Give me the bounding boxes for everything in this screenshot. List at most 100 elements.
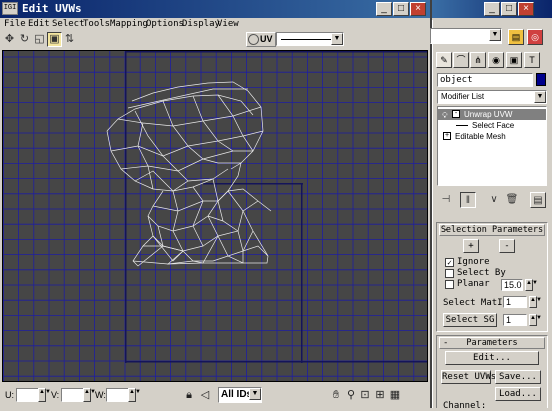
reset-uvws-button[interactable]: Reset UVWs <box>441 370 496 384</box>
window-title: Edit UVWs <box>22 2 82 15</box>
title-bar[interactable]: IGI Edit UVWs _ □ × <box>0 0 430 18</box>
zoom-region-icon[interactable]: ⊡ <box>359 389 371 402</box>
configure-sets-icon[interactable]: ▤ <box>530 192 546 208</box>
modifier-list-label: Modifier List <box>441 92 485 101</box>
object-name-field[interactable]: object <box>437 73 533 87</box>
motion-tab-icon[interactable]: ◉ <box>488 52 504 68</box>
sg-spinner[interactable]: ▲▼ <box>529 314 542 326</box>
menu-bar: File Edit Select Tools Mapping Options D… <box>0 18 430 31</box>
menu-file[interactable]: File <box>4 18 26 31</box>
menu-select[interactable]: Select <box>52 18 85 31</box>
stack-item-label: Editable Mesh <box>455 132 506 141</box>
planar-angle-field[interactable]: 15.0 <box>501 279 523 291</box>
modifier-list-dropdown[interactable]: Modifier List ▼ <box>437 90 547 104</box>
ids-value: All IDs <box>221 389 253 400</box>
modifier-stack: 💡︎ - Unwrap UVW Select Face + Editable M… <box>437 106 547 186</box>
object-color-swatch[interactable] <box>536 73 546 86</box>
minimize-button[interactable]: _ <box>376 2 392 16</box>
menu-edit[interactable]: Edit <box>28 18 50 31</box>
menu-tools[interactable]: Tools <box>83 18 110 31</box>
display-tab-icon[interactable]: ▣ <box>506 52 522 68</box>
remove-modifier-icon[interactable]: 🗑︎ <box>504 192 520 208</box>
rollout-collapse-icon: - <box>443 338 449 348</box>
mesh-edge <box>137 235 244 267</box>
show-end-result-icon[interactable]: ‖ <box>460 192 476 208</box>
ignore-label: Ignore <box>457 257 490 267</box>
move-icon[interactable]: ✥ <box>2 32 17 47</box>
shrink-selection-button[interactable]: - <box>499 239 515 253</box>
utilities-tab-icon[interactable]: T <box>524 52 540 68</box>
menu-mapping[interactable]: Mapping <box>110 18 148 31</box>
ignore-checkbox[interactable]: ✓ <box>445 258 454 267</box>
uv-viewport[interactable] <box>2 50 428 382</box>
u-label: U: <box>5 390 14 400</box>
uv-edge-top <box>125 51 427 53</box>
hierarchy-tab-icon[interactable]: ⋔ <box>470 52 486 68</box>
planar-checkbox[interactable] <box>445 280 454 289</box>
app-icon: IGI <box>2 2 18 15</box>
maximize-button[interactable]: □ <box>393 2 409 16</box>
rollout-title[interactable]: - Selection Parameters <box>439 224 545 236</box>
load-button[interactable]: Load... <box>495 387 541 401</box>
status-bar: U: ▲▼ V: ▲▼ W: ▲▼ 🔒︎ ◁ ✋︎ ⚲ ⊡ ⊞ ▦ <box>0 384 430 408</box>
region-edge-top <box>203 183 303 185</box>
w-spinner[interactable]: ▲▼ <box>128 388 141 402</box>
mesh-edge <box>147 188 272 232</box>
parameters-rollout: - Parameters Edit... Reset UVWs Save... … <box>436 335 548 411</box>
uv-canvas[interactable] <box>3 51 428 382</box>
u-spinner[interactable]: ▲▼ <box>38 388 51 402</box>
render-icon[interactable]: ◎ <box>527 29 543 45</box>
select-by-checkbox[interactable] <box>445 269 454 278</box>
create-tab-icon[interactable]: ✎ <box>436 52 452 68</box>
main-maximize-button[interactable]: □ <box>501 2 517 16</box>
select-sg-button[interactable]: Select SG <box>443 313 497 327</box>
freeform-icon[interactable]: ▣ <box>47 32 62 47</box>
dropdown-value-line <box>281 39 331 40</box>
planar-angle-spinner[interactable]: ▲▼ <box>525 279 538 291</box>
uv-grid <box>3 51 427 381</box>
stack-tools: ⊣ ‖ ∨ 🗑︎ ▤ <box>436 192 548 210</box>
scale-icon[interactable]: ◱ <box>32 32 47 47</box>
menu-display[interactable]: Display <box>182 18 220 31</box>
planar-label: Planar <box>457 279 490 289</box>
menu-view[interactable]: View <box>217 18 239 31</box>
zoom-icon[interactable]: ⚲ <box>345 389 357 402</box>
make-unique-icon[interactable]: ∨ <box>486 192 502 208</box>
main-close-button[interactable]: × <box>518 2 534 16</box>
texture-dropdown[interactable]: ▼ <box>276 32 344 46</box>
v-spinner[interactable]: ▲▼ <box>83 388 96 402</box>
rotate-icon[interactable]: ↻ <box>17 32 32 47</box>
v-label: V: <box>51 390 60 400</box>
modify-tab-icon[interactable]: ⌒ <box>453 52 469 68</box>
rollout-collapse-icon: - <box>443 225 449 235</box>
grow-selection-button[interactable]: + <box>463 239 479 253</box>
menu-options[interactable]: Options <box>146 18 184 31</box>
grid-snap-icon[interactable]: ▦ <box>389 389 401 402</box>
stack-item-select-face[interactable]: Select Face <box>438 120 546 131</box>
stack-item-unwrap-uvw[interactable]: 💡︎ - Unwrap UVW <box>438 109 546 120</box>
close-button[interactable]: × <box>410 2 426 16</box>
matid-spinner[interactable]: ▲▼ <box>529 296 542 308</box>
edit-button[interactable]: Edit... <box>445 351 539 365</box>
collapse-icon[interactable]: - <box>452 110 460 118</box>
matid-field[interactable]: 1 <box>503 296 527 308</box>
main-minimize-button[interactable]: _ <box>484 2 500 16</box>
channel-label: Channel: <box>443 401 487 411</box>
stack-item-editable-mesh[interactable]: + Editable Mesh <box>438 131 546 142</box>
mirror-icon[interactable]: ⇅ <box>62 32 77 47</box>
save-button[interactable]: Save... <box>495 370 541 384</box>
selection-parameters-rollout: - Selection Parameters + - ✓ Ignore Sele… <box>436 222 548 332</box>
expand-icon[interactable]: + <box>443 132 451 140</box>
mesh-edge <box>117 106 262 127</box>
selection-set-dropdown[interactable]: ▼ <box>430 28 502 44</box>
paint-select-icon[interactable]: ◁ <box>199 389 211 402</box>
material-editor-icon[interactable]: ▤ <box>508 29 524 45</box>
lock-icon[interactable]: 🔒︎ <box>183 389 195 402</box>
sg-field[interactable]: 1 <box>503 314 527 326</box>
rollout-title[interactable]: - Parameters <box>439 337 545 349</box>
chevron-down-icon: ▼ <box>534 91 546 103</box>
zoom-extents-icon[interactable]: ⊞ <box>374 389 386 402</box>
ids-dropdown[interactable]: All IDs ▼ <box>218 387 262 403</box>
pan-icon[interactable]: ✋︎ <box>330 389 342 402</box>
pin-stack-icon[interactable]: ⊣ <box>438 192 454 208</box>
